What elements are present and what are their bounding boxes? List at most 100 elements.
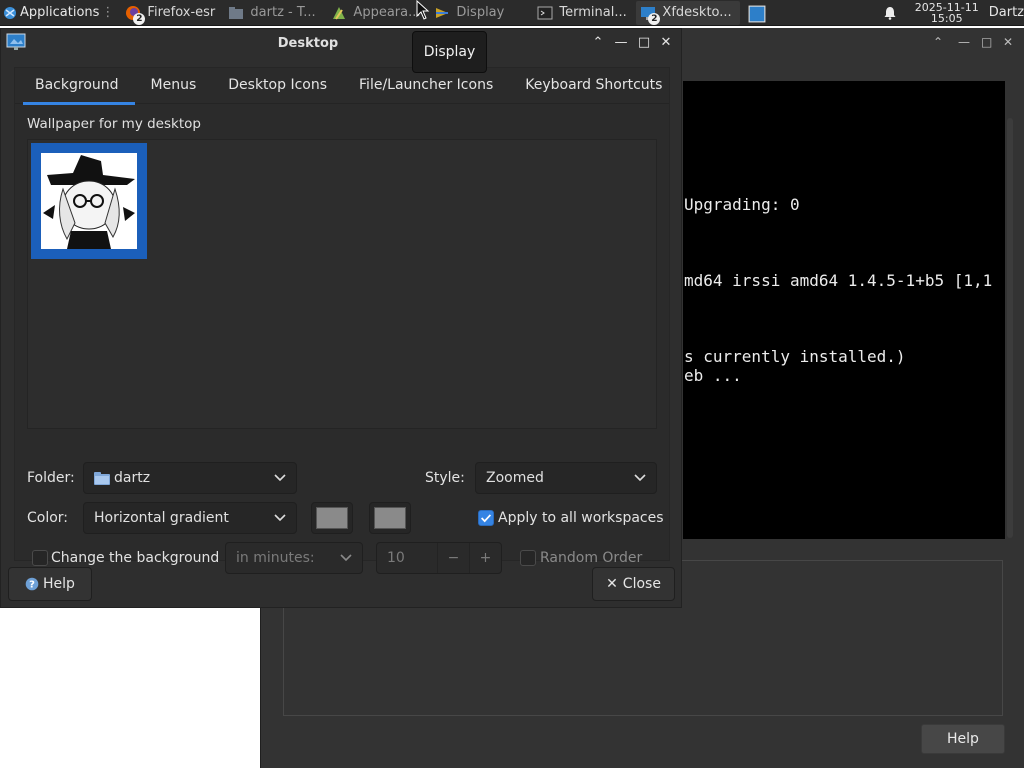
task-unnamed-window[interactable]	[743, 1, 777, 25]
window-maximize-icon[interactable]: ⌃	[933, 35, 943, 49]
help-icon: ?	[25, 577, 39, 591]
terminal-line: Upgrading: 0	[684, 195, 800, 214]
primary-color-swatch	[316, 507, 348, 529]
desktop-background	[0, 608, 260, 768]
chevron-down-icon	[274, 474, 286, 482]
clock[interactable]: 2025-11-11 15:05	[915, 2, 979, 24]
display-icon	[434, 5, 450, 21]
applications-label: Applications	[20, 5, 100, 20]
desktop-settings-dialog: Desktop ⌃ — □ ✕ Background Menus Desktop…	[0, 28, 682, 608]
dialog-titlebar[interactable]: Desktop ⌃ — □ ✕	[1, 29, 681, 59]
change-background-label: Change the background	[51, 550, 220, 566]
desktop-settings-icon: 2	[640, 5, 661, 25]
close-label: Close	[622, 576, 661, 592]
dialog-close-icon[interactable]: ✕	[658, 35, 674, 51]
wallpaper-label: Wallpaper for my desktop	[27, 116, 201, 132]
window-restore-icon[interactable]: □	[981, 35, 992, 49]
tab-menus[interactable]: Menus	[135, 68, 213, 104]
menu-separator-icon: ⋮	[101, 5, 115, 20]
primary-color-button[interactable]	[311, 502, 353, 534]
secondary-color-swatch	[374, 507, 406, 529]
random-order-checkbox[interactable]	[520, 550, 536, 566]
wallpaper-image	[41, 153, 137, 249]
dialog-maximize-icon[interactable]: □	[636, 35, 652, 51]
tab-background[interactable]: Background	[15, 68, 135, 105]
clock-time: 15:05	[930, 11, 963, 25]
window-icon	[747, 5, 766, 22]
task-label: Firefox-esr	[147, 5, 216, 20]
terminal-line: s currently installed.)	[684, 347, 906, 366]
background-help-button[interactable]: Help	[921, 724, 1005, 754]
decrement-icon[interactable]: −	[437, 543, 469, 573]
tab-bar: Background Menus Desktop Icons File/Laun…	[15, 68, 669, 105]
dialog-shade-icon[interactable]: ⌃	[590, 35, 606, 51]
task-label: Display	[456, 5, 505, 20]
change-background-checkbox[interactable]	[32, 550, 48, 566]
applications-menu[interactable]: Applications ⋮	[0, 0, 118, 26]
interval-select[interactable]: in minutes:	[225, 542, 363, 574]
random-order-label: Random Order	[540, 550, 643, 566]
task-badge: 2	[648, 12, 661, 25]
taskbar: Applications ⋮ 2 Firefox-esr dartz - T..…	[0, 0, 1024, 26]
increment-icon[interactable]: +	[469, 543, 501, 573]
window-minimize-icon[interactable]: —	[958, 35, 970, 49]
task-badge: 2	[133, 12, 146, 25]
notification-bell-icon[interactable]	[883, 6, 897, 20]
wallpaper-list[interactable]	[27, 139, 657, 429]
firefox-icon: 2	[125, 5, 146, 25]
interval-spinner[interactable]: 10 − +	[376, 542, 502, 574]
chevron-down-icon	[274, 514, 286, 522]
tray: 2025-11-11 15:05 Dartz	[883, 0, 1024, 26]
folder-label: Folder:	[27, 470, 75, 486]
dialog-minimize-icon[interactable]: —	[613, 35, 629, 51]
settings-notebook: Background Menus Desktop Icons File/Laun…	[14, 67, 670, 574]
style-select[interactable]: Zoomed	[475, 462, 657, 494]
mouse-cursor-icon	[416, 0, 430, 20]
task-label: Appeara...	[353, 5, 421, 20]
apply-all-label: Apply to all workspaces	[498, 510, 664, 526]
color-style-select[interactable]: Horizontal gradient	[83, 502, 297, 534]
task-terminal[interactable]: Terminal...	[533, 1, 633, 25]
svg-text:?: ?	[29, 580, 35, 591]
folder-icon	[94, 472, 110, 485]
task-label: dartz - T...	[250, 5, 316, 20]
task-label: Terminal...	[559, 5, 627, 20]
folder-icon	[228, 5, 244, 21]
clock-date: 2025-11-11	[914, 0, 979, 14]
terminal-output[interactable]: Upgrading: 0 md64 irssi amd64 1.4.5-1+b5…	[683, 81, 1005, 539]
close-button[interactable]: ✕ Close	[592, 567, 675, 601]
help-label: Help	[43, 576, 75, 592]
secondary-color-button[interactable]	[369, 502, 411, 534]
terminal-icon	[537, 5, 553, 21]
task-display[interactable]: Display	[430, 1, 530, 25]
color-style-value: Horizontal gradient	[94, 510, 229, 526]
taskbar-tooltip: Display	[412, 31, 487, 73]
tab-file-launcher-icons[interactable]: File/Launcher Icons	[343, 68, 509, 104]
user-menu[interactable]: Dartz	[989, 5, 1024, 20]
checkmark-icon	[481, 514, 492, 523]
chevron-down-icon	[634, 474, 646, 482]
xfce-logo-icon	[4, 6, 16, 19]
wallpaper-thumbnail[interactable]	[31, 143, 147, 259]
task-xfdesktop[interactable]: 2 Xfdeskto...	[636, 0, 741, 25]
style-value: Zoomed	[486, 470, 544, 486]
interval-value: in minutes:	[236, 550, 315, 566]
terminal-line: md64 irssi amd64 1.4.5-1+b5 [1,1	[684, 271, 993, 290]
tab-desktop-icons[interactable]: Desktop Icons	[212, 68, 343, 104]
appearance-icon	[331, 5, 347, 21]
interval-number: 10	[387, 550, 405, 566]
task-appearance[interactable]: Appeara...	[327, 1, 427, 25]
window-close-icon[interactable]: ✕	[1003, 35, 1013, 49]
folder-value: dartz	[114, 470, 151, 486]
task-firefox[interactable]: 2 Firefox-esr	[121, 1, 221, 25]
chevron-down-icon	[340, 554, 352, 562]
terminal-line: eb ...	[684, 366, 742, 385]
folder-select[interactable]: dartz	[83, 462, 297, 494]
task-file-manager[interactable]: dartz - T...	[224, 1, 324, 25]
dialog-title: Desktop	[277, 36, 339, 51]
tab-keyboard-shortcuts[interactable]: Keyboard Shortcuts	[509, 68, 678, 104]
help-button[interactable]: ? Help	[8, 567, 92, 601]
terminal-scrollbar[interactable]	[1007, 118, 1013, 538]
apply-all-checkbox[interactable]	[478, 510, 494, 526]
style-label: Style:	[425, 470, 465, 486]
